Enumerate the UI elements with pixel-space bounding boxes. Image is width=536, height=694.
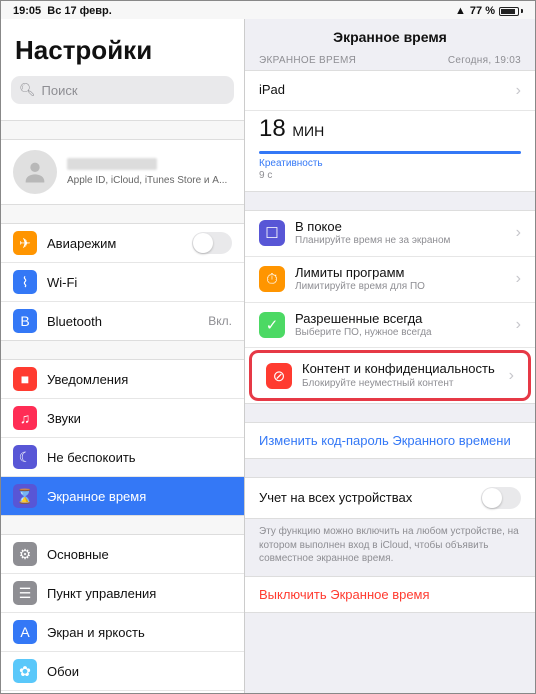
wifi-icon: ▲ xyxy=(455,5,466,17)
content-title: Контент и конфиденциальность xyxy=(302,361,495,377)
search-input[interactable]: 🔍︎ Поиск xyxy=(11,76,234,104)
row-all-devices[interactable]: Учет на всех устройствах xyxy=(245,478,535,518)
control-label: Пункт управления xyxy=(47,586,156,601)
sidebar: Настройки 🔍︎ Поиск Apple ID, iCloud, iTu… xyxy=(1,19,245,693)
battery-percent: 77 % xyxy=(470,5,495,17)
settings-title: Настройки xyxy=(1,19,244,76)
device-name: iPad xyxy=(259,82,285,98)
display-label: Экран и яркость xyxy=(47,625,145,640)
time-number: 18 xyxy=(259,115,286,142)
status-date: Вс 17 февр. xyxy=(47,5,112,17)
chevron-right-icon: › xyxy=(509,367,514,385)
sidebar-item-dnd[interactable]: ☾ Не беспокоить xyxy=(1,438,244,477)
time-unit: МИН xyxy=(292,123,324,139)
wallpaper-label: Обои xyxy=(47,664,79,679)
allowed-sub: Выберите ПО, нужное всегда xyxy=(295,327,432,340)
bluetooth-label: Bluetooth xyxy=(47,314,102,329)
row-content-privacy[interactable]: ⊘ Контент и конфиденциальностьБлокируйте… xyxy=(252,353,528,398)
sidebar-item-wifi[interactable]: ⌇ Wi-Fi xyxy=(1,263,244,302)
airplane-toggle[interactable] xyxy=(192,232,232,254)
general-label: Основные xyxy=(47,547,109,562)
usage-seconds: 9 с xyxy=(245,169,535,191)
sidebar-item-wallpaper[interactable]: ✿ Обои xyxy=(1,652,244,691)
search-placeholder: Поиск xyxy=(42,83,78,98)
usage-time: 18 МИН xyxy=(245,111,535,151)
turn-off-link[interactable]: Выключить Экранное время xyxy=(245,577,535,612)
change-passcode-link[interactable]: Изменить код-пароль Экранного времени xyxy=(245,423,535,458)
sidebar-item-general[interactable]: ⚙ Основные xyxy=(1,535,244,574)
content-icon: ⊘ xyxy=(266,363,292,389)
sidebar-item-notifications[interactable]: ■ Уведомления xyxy=(1,360,244,399)
allowed-title: Разрешенные всегда xyxy=(295,311,432,327)
all-devices-label: Учет на всех устройствах xyxy=(259,490,412,506)
general-icon: ⚙ xyxy=(13,542,37,566)
notifications-icon: ■ xyxy=(13,367,37,391)
sidebar-item-screentime[interactable]: ⌛ Экранное время xyxy=(1,477,244,515)
row-always-allowed[interactable]: ✓ Разрешенные всегдаВыберите ПО, нужное … xyxy=(245,303,535,349)
dnd-icon: ☾ xyxy=(13,445,37,469)
sidebar-item-siri[interactable]: ◉ Siri и Поиск xyxy=(1,691,244,693)
bluetooth-icon: B xyxy=(13,309,37,333)
wifi-label: Wi-Fi xyxy=(47,275,77,290)
content-sub: Блокируйте неуместный контент xyxy=(302,378,495,391)
wallpaper-icon: ✿ xyxy=(13,659,37,683)
main-panel: Экранное время ЭКРАННОЕ ВРЕМЯ Сегодня, 1… xyxy=(245,19,535,693)
account-name-blur xyxy=(67,158,157,170)
status-time: 19:05 xyxy=(13,5,41,17)
sidebar-item-account[interactable]: Apple ID, iCloud, iTunes Store и A... xyxy=(1,140,244,204)
battery-icon xyxy=(499,7,523,16)
screentime-label: Экранное время xyxy=(47,489,146,504)
avatar xyxy=(13,150,57,194)
status-bar: 19:05 Вс 17 февр. ▲ 77 % xyxy=(1,1,535,19)
highlight-frame: ⊘ Контент и конфиденциальностьБлокируйте… xyxy=(249,350,531,401)
allowed-icon: ✓ xyxy=(259,312,285,338)
airplane-icon: ✈ xyxy=(13,231,37,255)
bluetooth-value: Вкл. xyxy=(208,314,232,328)
chevron-right-icon: › xyxy=(516,224,521,242)
section-timestamp: Сегодня, 19:03 xyxy=(448,55,521,66)
chevron-right-icon: › xyxy=(516,270,521,288)
usage-category: Креативность xyxy=(245,154,535,169)
usage-card[interactable]: iPad › 18 МИН Креативность 9 с xyxy=(245,70,535,192)
sidebar-item-control[interactable]: ☰ Пункт управления xyxy=(1,574,244,613)
sounds-icon: ♫ xyxy=(13,406,37,430)
sidebar-item-sounds[interactable]: ♫ Звуки xyxy=(1,399,244,438)
footer-text: Эту функцию можно включить на любом устр… xyxy=(245,519,535,576)
airplane-label: Авиарежим xyxy=(47,236,116,251)
display-icon: A xyxy=(13,620,37,644)
section-header: ЭКРАННОЕ ВРЕМЯ xyxy=(259,55,356,66)
row-downtime[interactable]: ☐ В покоеПланируйте время не за экраном … xyxy=(245,211,535,257)
downtime-title: В покое xyxy=(295,219,450,235)
downtime-sub: Планируйте время не за экраном xyxy=(295,235,450,248)
sounds-label: Звуки xyxy=(47,411,81,426)
limits-title: Лимиты программ xyxy=(295,265,425,281)
wifi-icon: ⌇ xyxy=(13,270,37,294)
sidebar-item-bluetooth[interactable]: B Bluetooth Вкл. xyxy=(1,302,244,340)
sidebar-item-airplane[interactable]: ✈ Авиарежим xyxy=(1,224,244,263)
screentime-icon: ⌛ xyxy=(13,484,37,508)
limits-icon: ⏱ xyxy=(259,266,285,292)
all-devices-toggle[interactable] xyxy=(481,487,521,509)
dnd-label: Не беспокоить xyxy=(47,450,136,465)
account-subtitle: Apple ID, iCloud, iTunes Store и A... xyxy=(67,175,227,186)
downtime-icon: ☐ xyxy=(259,220,285,246)
chevron-right-icon: › xyxy=(516,82,521,100)
control-icon: ☰ xyxy=(13,581,37,605)
chevron-right-icon: › xyxy=(516,316,521,334)
notifications-label: Уведомления xyxy=(47,372,128,387)
search-icon: 🔍︎ xyxy=(19,82,36,98)
sidebar-item-display[interactable]: A Экран и яркость xyxy=(1,613,244,652)
limits-sub: Лимитируйте время для ПО xyxy=(295,281,425,294)
row-app-limits[interactable]: ⏱ Лимиты программЛимитируйте время для П… xyxy=(245,257,535,303)
page-title: Экранное время xyxy=(245,19,535,55)
